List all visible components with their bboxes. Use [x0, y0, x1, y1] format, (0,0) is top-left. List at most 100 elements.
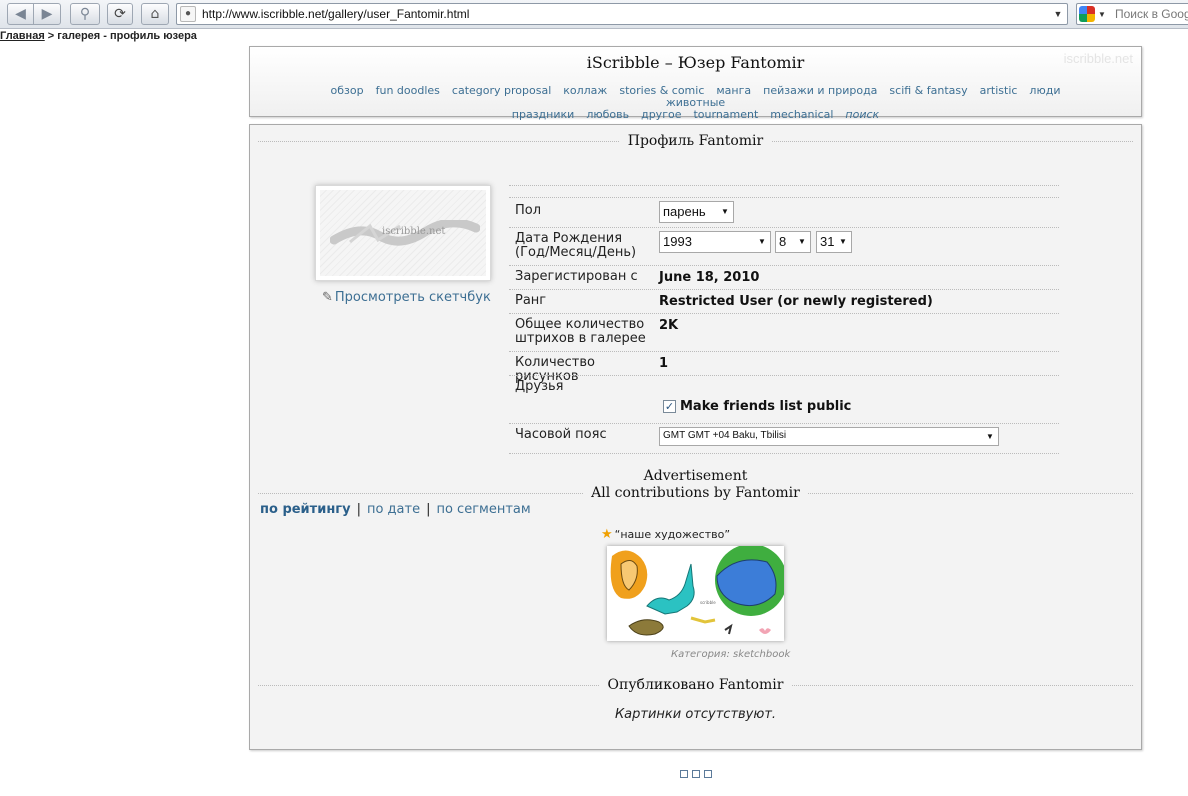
profile-row-rank: Ранг Restricted User (or newly registere… [509, 289, 1059, 313]
timezone-select[interactable]: GMT GMT +04 Baku, Tbilisi ▼ [659, 427, 999, 446]
profile-row-spacer [509, 185, 1059, 197]
breadcrumb: Главная > галерея - профиль юзера [0, 30, 197, 42]
profile-row-birthdate: Дата Рождения (Год/Месяц/День) 1993 ▼ 8 … [509, 227, 1059, 265]
category-link[interactable]: другое [641, 109, 681, 121]
profile-row-registered: Зарегистирован с June 18, 2010 [509, 265, 1059, 289]
pager-dot[interactable] [680, 770, 688, 778]
drawings-value: 1 [659, 356, 669, 371]
star-icon: ★ [601, 527, 613, 542]
profile-row-friends-public: ✓ Make friends list public [509, 395, 1059, 423]
avatar-logo-text: iscribble.net [382, 226, 446, 237]
birth-day-select[interactable]: 31 ▼ [816, 231, 852, 253]
birth-month-value: 8 [779, 234, 787, 249]
registered-value: June 18, 2010 [659, 270, 760, 285]
published-title: Опубликовано Fantomir [258, 677, 1133, 693]
svg-text:scribble: scribble [700, 600, 716, 605]
friends-public-checkbox[interactable]: ✓ [663, 400, 676, 413]
category-link[interactable]: scifi & fantasy [889, 85, 967, 97]
pager-dot[interactable] [704, 770, 712, 778]
breadcrumb-home-link[interactable]: Главная [0, 30, 45, 42]
site-header: iscribble.net iScribble – Юзер Fantomir … [249, 46, 1142, 121]
category-link[interactable]: fun doodles [376, 85, 440, 97]
birth-month-select[interactable]: 8 ▼ [775, 231, 811, 253]
friends-label: Друзья [515, 379, 564, 394]
chevron-down-icon: ▼ [1098, 9, 1106, 19]
key-icon[interactable]: ⚲ [70, 3, 100, 25]
profile-row-gender: Пол парень ▼ [509, 197, 1059, 227]
site-icon[interactable]: ● [180, 6, 196, 22]
drawing-thumbnail-image: scribble [607, 546, 784, 641]
profile-row-drawings: Количество рисунков 1 [509, 351, 1059, 384]
chevron-down-icon: ▼ [758, 237, 766, 246]
gender-select[interactable]: парень ▼ [659, 201, 734, 223]
category-link[interactable]: коллаж [563, 85, 607, 97]
url-bar[interactable]: ● http://www.iscribble.net/gallery/user_… [176, 3, 1068, 25]
url-dropdown-icon[interactable]: ▼ [1052, 6, 1064, 22]
drawing-title[interactable]: “наше художество” [615, 528, 730, 541]
contributions-title: All contributions by Fantomir [258, 485, 1133, 501]
friends-public-label[interactable]: Make friends list public [680, 399, 851, 414]
strokes-label: Общее количество штрихов в галерее [515, 317, 646, 346]
gender-label: Пол [515, 203, 542, 218]
view-sketchbook-link[interactable]: ✎ Просмотреть скетчбук [322, 290, 491, 305]
sort-by-segments-link[interactable]: по сегментам [436, 502, 530, 517]
profile-row-friends: Друзья [509, 375, 1059, 395]
birthdate-label: Дата Рождения (Год/Месяц/День) [515, 231, 637, 260]
browser-toolbar: ◀ ▶ ⚲ ⟳ ⌂ ● http://www.iscribble.net/gal… [0, 0, 1188, 29]
timezone-label: Часовой пояс [515, 427, 607, 442]
birth-day-value: 31 [820, 234, 835, 249]
home-icon[interactable]: ⌂ [141, 3, 169, 25]
sort-links: по рейтингу | по дате | по сегментам [260, 502, 531, 517]
chevron-down-icon: ▼ [839, 237, 847, 246]
search-engine-selector[interactable]: ▼ [1079, 6, 1111, 22]
back-icon[interactable]: ◀ [7, 3, 34, 25]
chevron-down-icon: ▼ [721, 207, 729, 216]
search-box[interactable]: ▼ Поиск в Google [1076, 3, 1188, 25]
category-link[interactable]: обзор [331, 85, 364, 97]
birth-year-select[interactable]: 1993 ▼ [659, 231, 771, 253]
pencil-icon: ✎ [322, 290, 333, 305]
category-link[interactable]: artistic [980, 85, 1018, 97]
category-link[interactable]: праздники [512, 109, 575, 121]
profile-section-title: Профиль Fantomir [258, 133, 1133, 149]
page-title: iScribble – Юзер Fantomir [586, 53, 805, 72]
sort-separator: | [356, 502, 361, 517]
rank-value: Restricted User (or newly registered) [659, 294, 933, 309]
sort-by-rating-link[interactable]: по рейтингу [260, 502, 351, 517]
category-link[interactable]: category proposal [452, 85, 551, 97]
profile-row-end [509, 453, 1059, 454]
category-nav: обзор fun doodles category proposal коллаж s… [290, 85, 1101, 121]
category-link[interactable]: tournament [693, 109, 758, 121]
category-link[interactable]: mechanical [770, 109, 833, 121]
sort-by-date-link[interactable]: по дате [367, 502, 420, 517]
drawing-thumbnail[interactable]: scribble [607, 546, 784, 641]
empty-message: Картинки отсутствуют. [614, 707, 777, 722]
pager-dots [680, 770, 712, 778]
birth-year-value: 1993 [663, 234, 692, 249]
registered-label: Зарегистирован с [515, 269, 638, 284]
drawing-category: Категория: sketchbook [671, 649, 791, 660]
sort-separator: | [426, 502, 431, 517]
avatar-image: iscribble.net [320, 190, 486, 276]
url-text[interactable]: http://www.iscribble.net/gallery/user_Fa… [202, 7, 469, 21]
forward-icon[interactable]: ▶ [33, 3, 61, 25]
google-icon [1079, 6, 1095, 22]
avatar: iscribble.net [315, 185, 491, 281]
timezone-value: GMT GMT +04 Baku, Tbilisi [663, 430, 787, 441]
profile-table: Пол парень ▼ Дата Рождения (Год/Месяц/Де… [509, 185, 1059, 454]
sketchbook-link-label[interactable]: Просмотреть скетчбук [335, 290, 491, 305]
gender-value: парень [663, 204, 706, 219]
profile-panel: Профиль Fantomir iscribble.net ✎ Просмотр… [249, 124, 1142, 750]
pager-dot[interactable] [692, 770, 700, 778]
search-input[interactable]: Поиск в Google [1115, 7, 1188, 21]
profile-row-timezone: Часовой пояс GMT GMT +04 Baku, Tbilisi ▼ [509, 423, 1059, 453]
category-link[interactable]: люди [1029, 85, 1060, 97]
chevron-down-icon: ▼ [798, 237, 806, 246]
drawing-caption: ★ “наше художество” [601, 527, 730, 542]
search-link[interactable]: поиск [845, 109, 879, 121]
category-link[interactable]: любовь [586, 109, 629, 121]
reload-icon[interactable]: ⟳ [107, 3, 133, 25]
advertisement-label: Advertisement [643, 468, 748, 484]
profile-row-strokes: Общее количество штрихов в галерее 2K [509, 313, 1059, 351]
category-link[interactable]: пейзажи и природа [763, 85, 877, 97]
